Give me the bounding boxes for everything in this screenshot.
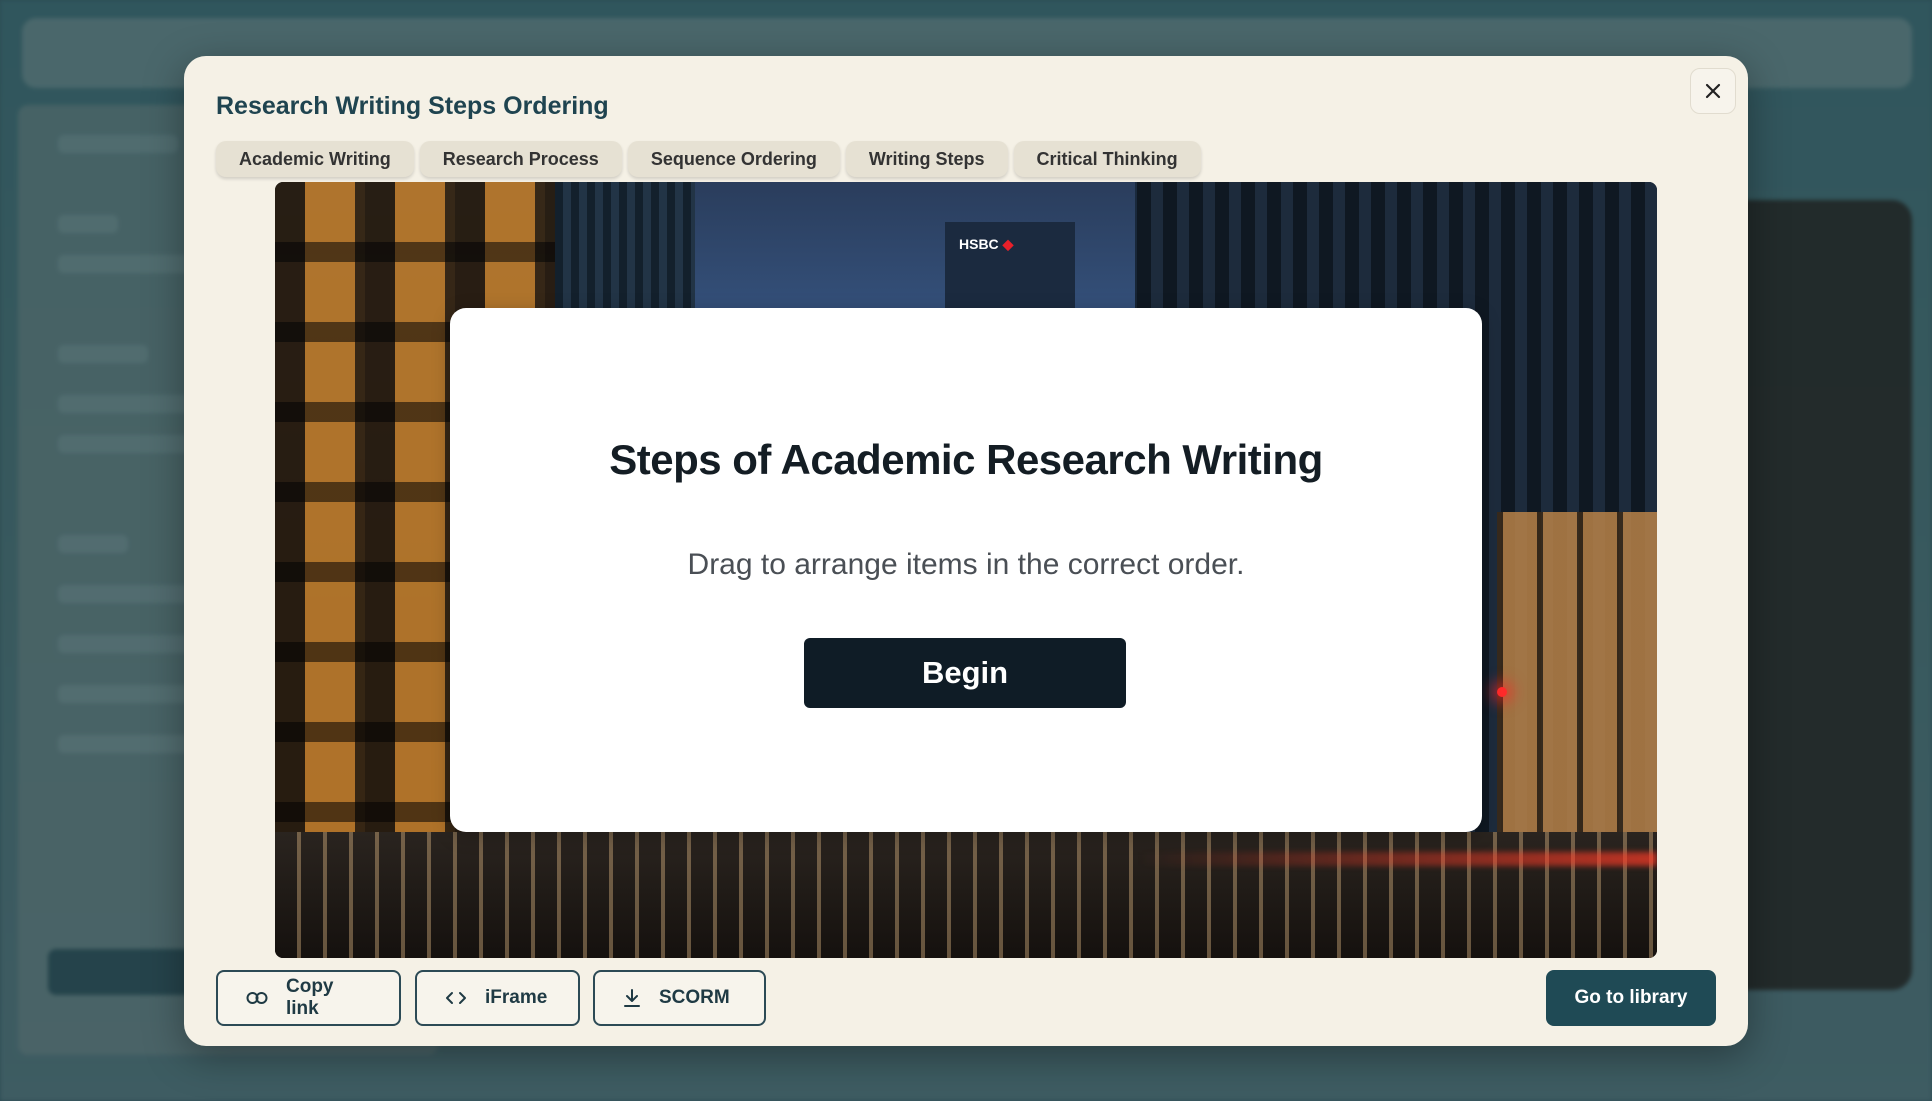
tab-sequence-ordering[interactable]: Sequence Ordering <box>627 141 840 177</box>
iframe-button[interactable]: iFrame <box>415 970 580 1026</box>
download-icon <box>623 988 641 1008</box>
tab-critical-thinking[interactable]: Critical Thinking <box>1013 141 1201 177</box>
scorm-button[interactable]: SCORM <box>593 970 766 1026</box>
intro-card: Steps of Academic Research Writing Drag … <box>450 308 1482 832</box>
modal-title: Research Writing Steps Ordering <box>216 92 609 120</box>
background-street <box>275 832 1657 958</box>
scorm-label: SCORM <box>659 987 730 1008</box>
copy-link-button[interactable]: Copy link <box>216 970 401 1026</box>
close-button[interactable] <box>1690 68 1736 114</box>
iframe-label: iFrame <box>485 987 548 1008</box>
go-to-library-button[interactable]: Go to library <box>1546 970 1716 1026</box>
code-icon <box>445 991 467 1005</box>
activity-title: Steps of Academic Research Writing <box>609 436 1323 483</box>
tag-tabs: Academic Writing Research Process Sequen… <box>216 141 1201 177</box>
modal-dialog: Research Writing Steps Ordering Academic… <box>184 56 1748 1046</box>
tab-academic-writing[interactable]: Academic Writing <box>216 141 414 177</box>
close-icon <box>1704 82 1722 100</box>
tower-sign: HSBC ◆ <box>959 236 1014 252</box>
activity-stage: HSBC ◆ Steps of Academic Research Writing… <box>275 182 1657 958</box>
begin-button[interactable]: Begin <box>804 638 1126 708</box>
activity-instructions: Drag to arrange items in the correct ord… <box>687 548 1245 581</box>
link-icon <box>246 991 268 1005</box>
copy-link-label: Copy link <box>286 976 334 1019</box>
tab-writing-steps[interactable]: Writing Steps <box>845 141 1008 177</box>
traffic-light <box>1497 687 1507 697</box>
tab-research-process[interactable]: Research Process <box>419 141 622 177</box>
